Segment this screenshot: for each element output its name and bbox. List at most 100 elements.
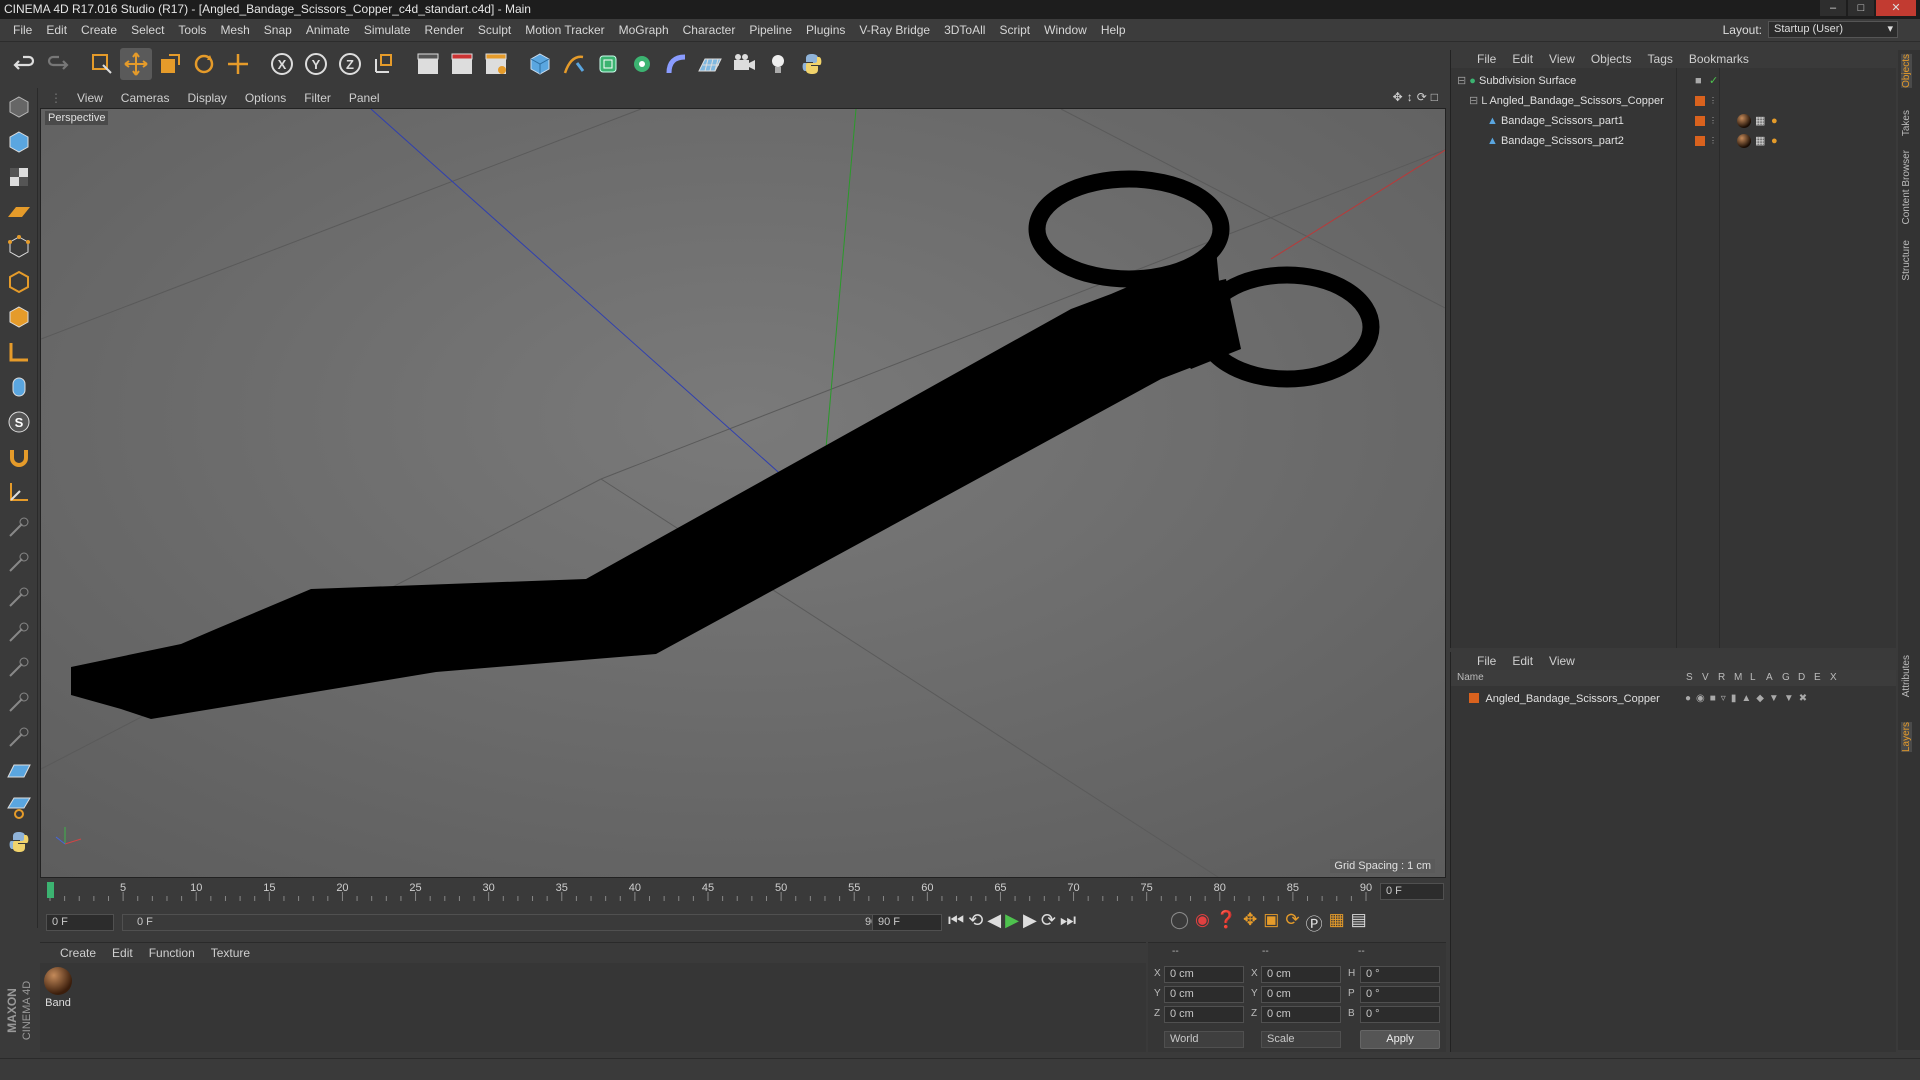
render-settings-button[interactable] — [480, 48, 512, 80]
material-swatch-band[interactable]: Band — [42, 967, 74, 1009]
viewport-menu-view[interactable]: View — [68, 91, 112, 105]
menu-character[interactable]: Character — [676, 23, 743, 37]
menu-create[interactable]: Create — [74, 23, 124, 37]
menu-vray-bridge[interactable]: V-Ray Bridge — [852, 23, 937, 37]
menu-edit[interactable]: Edit — [39, 23, 74, 37]
menu-help[interactable]: Help — [1094, 23, 1133, 37]
render-view-button[interactable] — [412, 48, 444, 80]
tab-structure[interactable]: Structure — [1901, 240, 1912, 281]
previous-key-icon[interactable]: ⟲ — [968, 910, 983, 931]
layer-menu-file[interactable]: File — [1469, 654, 1504, 668]
viewport-menu-display[interactable]: Display — [178, 91, 235, 105]
layer-color-swatch[interactable] — [1695, 116, 1705, 126]
texture-tag-icon[interactable]: ● — [1771, 132, 1778, 150]
viewport-perspective-label[interactable]: Perspective — [45, 111, 109, 125]
menu-sculpt[interactable]: Sculpt — [471, 23, 518, 37]
visibility-dots-icon[interactable]: ⋮ — [1709, 132, 1717, 150]
material-tag-icon[interactable] — [1737, 114, 1751, 128]
viewport-menu-panel[interactable]: Panel — [340, 91, 389, 105]
layer-col-manager[interactable]: M — [1734, 672, 1742, 683]
position-y-field[interactable]: 0 cm — [1164, 986, 1244, 1003]
x-axis-button[interactable]: X — [266, 48, 298, 80]
floor-button[interactable] — [694, 48, 726, 80]
brush-tool-3-button[interactable] — [3, 581, 35, 613]
menu-mograph[interactable]: MoGraph — [612, 23, 676, 37]
apply-button[interactable]: Apply — [1360, 1030, 1440, 1049]
layer-row-scissors[interactable]: Angled_Bandage_Scissors_Copper ●◉■▿▮▲◆▼▼… — [1457, 690, 1893, 708]
playhead-marker[interactable] — [47, 882, 54, 898]
position-x-field[interactable]: 0 cm — [1164, 966, 1244, 983]
grid-lock-button[interactable] — [3, 756, 35, 788]
visibility-dots-icon[interactable]: ⋮ — [1709, 92, 1717, 110]
scale-tool-button[interactable] — [154, 48, 186, 80]
brush-tool-4-button[interactable] — [3, 616, 35, 648]
checker-tag-icon[interactable]: ▦ — [1755, 132, 1765, 150]
close-button[interactable]: ✕ — [1876, 0, 1916, 16]
snapping-button[interactable]: S — [3, 406, 35, 438]
texture-mode-button[interactable] — [3, 161, 35, 193]
render-flag-icon[interactable]: ■ — [1695, 72, 1702, 90]
coordinate-space-select[interactable]: World — [1164, 1031, 1244, 1048]
timeline-ruler[interactable]: 051015202530354045505560657075808590 0 F — [40, 880, 1446, 902]
menu-motion-tracker[interactable]: Motion Tracker — [518, 23, 611, 37]
menu-file[interactable]: File — [6, 23, 39, 37]
menu-tools[interactable]: Tools — [171, 23, 213, 37]
frame-range-slider[interactable]: 0 F 90 F — [122, 914, 906, 931]
object-menu-file[interactable]: File — [1469, 52, 1504, 66]
brush-tool-7-button[interactable] — [3, 721, 35, 753]
material-menu-edit[interactable]: Edit — [104, 946, 141, 960]
locked-workplane-button[interactable] — [3, 476, 35, 508]
key-point-level-icon[interactable]: ▦ — [1329, 910, 1345, 935]
layer-menu-edit[interactable]: Edit — [1504, 654, 1541, 668]
object-row-scissors-group[interactable]: ⊟ L Angled_Bandage_Scissors_Copper ⋮ — [1469, 92, 1889, 110]
layer-color-swatch[interactable] — [1695, 136, 1705, 146]
material-menu-texture[interactable]: Texture — [203, 946, 258, 960]
layer-color-swatch[interactable] — [1469, 693, 1479, 703]
key-rotation-icon[interactable]: ⟳ — [1285, 910, 1299, 935]
brush-tool-6-button[interactable] — [3, 686, 35, 718]
transform-tool-button[interactable] — [222, 48, 254, 80]
viewport-menu-cameras[interactable]: Cameras — [112, 91, 179, 105]
record-keys-icon[interactable]: ◉ — [1195, 910, 1210, 935]
tab-takes[interactable]: Takes — [1901, 110, 1912, 136]
object-menu-objects[interactable]: Objects — [1583, 52, 1640, 66]
play-icon[interactable]: ▶ — [1005, 910, 1019, 931]
cloner-button[interactable] — [626, 48, 658, 80]
position-z-field[interactable]: 0 cm — [1164, 1006, 1244, 1023]
layer-menu-view[interactable]: View — [1541, 654, 1583, 668]
record-off-icon[interactable]: ◯ — [1170, 910, 1189, 935]
layer-flags-icons[interactable]: ●◉■▿▮▲◆▼▼✖ — [1685, 690, 1812, 708]
subdivision-surface-button[interactable] — [592, 48, 624, 80]
magnet-button[interactable] — [3, 441, 35, 473]
object-row-subdivision-surface[interactable]: ⊟ ● Subdivision Surface ■ ✓ — [1457, 72, 1887, 90]
z-axis-button[interactable]: Z — [334, 48, 366, 80]
layer-col-generators[interactable]: G — [1782, 672, 1790, 683]
axis-mode-button[interactable] — [3, 336, 35, 368]
menu-script[interactable]: Script — [992, 23, 1037, 37]
go-to-start-icon[interactable]: ⏮ — [948, 910, 964, 931]
next-frame-icon[interactable]: ▶ — [1023, 910, 1037, 931]
spline-pen-button[interactable] — [558, 48, 590, 80]
timeline-window-icon[interactable]: ▤ — [1351, 910, 1367, 935]
rotate-view-icon[interactable]: ⟳ — [1417, 90, 1427, 104]
object-menu-tags[interactable]: Tags — [1640, 52, 1681, 66]
size-x-field[interactable]: 0 cm — [1261, 966, 1341, 983]
texture-tag-icon[interactable]: ● — [1771, 112, 1778, 130]
pan-view-icon[interactable]: ✥ — [1393, 90, 1403, 104]
object-menu-edit[interactable]: Edit — [1504, 52, 1541, 66]
checker-tag-icon[interactable]: ▦ — [1755, 112, 1765, 130]
layer-col-expressions[interactable]: E — [1814, 672, 1821, 683]
layer-col-xref[interactable]: X — [1830, 672, 1837, 683]
zoom-view-icon[interactable]: ↕ — [1407, 90, 1413, 104]
object-menu-view[interactable]: View — [1541, 52, 1583, 66]
workplane-mode-button[interactable] — [3, 196, 35, 228]
end-frame-field[interactable]: 90 F — [872, 914, 942, 931]
menu-plugins[interactable]: Plugins — [799, 23, 852, 37]
rotation-p-field[interactable]: 0 ° — [1360, 986, 1440, 1003]
tweak-mode-button[interactable] — [3, 371, 35, 403]
layer-col-solo[interactable]: S — [1686, 672, 1693, 683]
move-tool-button[interactable] — [120, 48, 152, 80]
enabled-check-icon[interactable]: ✓ — [1709, 72, 1718, 90]
tab-objects[interactable]: Objects — [1901, 54, 1912, 88]
visibility-dots-icon[interactable]: ⋮ — [1709, 112, 1717, 130]
